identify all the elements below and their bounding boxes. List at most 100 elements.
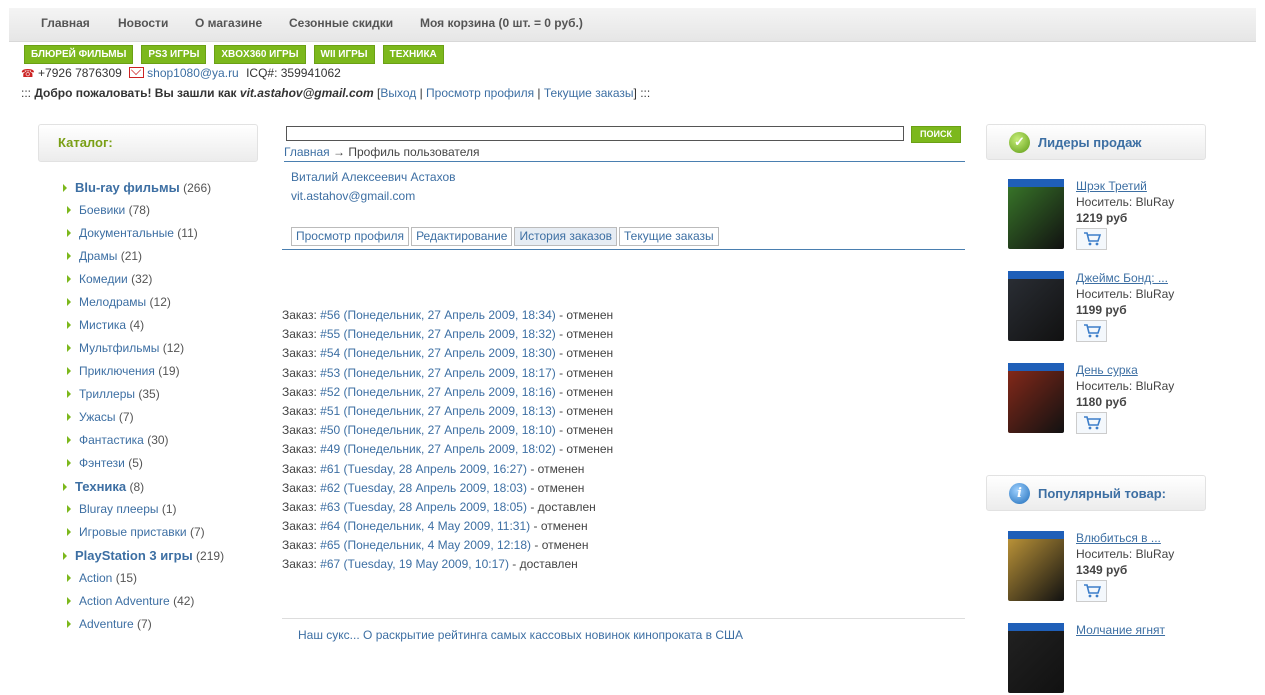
catalog-item[interactable]: Комедии (32): [67, 272, 152, 286]
order-link[interactable]: #65 (Понедельник, 4 May 2009, 12:18): [320, 538, 531, 552]
catalog-item[interactable]: Action Adventure (42): [67, 594, 194, 608]
arrow-right-icon: [67, 321, 71, 329]
catalog-item-label[interactable]: Action Adventure: [79, 594, 170, 608]
arrow-right-icon: [67, 574, 71, 582]
order-link[interactable]: #50 (Понедельник, 27 Апрель 2009, 18:10): [320, 423, 556, 437]
catalog-item[interactable]: Ужасы (7): [67, 410, 134, 424]
product-cover-image[interactable]: [1008, 623, 1064, 693]
product-cover-image[interactable]: [1008, 179, 1064, 249]
nav-home[interactable]: Главная: [41, 16, 90, 30]
catalog-item-label[interactable]: Ужасы: [79, 410, 116, 424]
catalog-item[interactable]: Blu-ray фильмы (266): [63, 180, 211, 195]
product-cover-image[interactable]: [1008, 363, 1064, 433]
category-bluray-button[interactable]: БЛЮРЕЙ ФИЛЬМЫ: [24, 45, 134, 64]
catalog-item[interactable]: Action (15): [67, 571, 137, 585]
order-link[interactable]: #49 (Понедельник, 27 Апрель 2009, 18:02): [320, 442, 556, 456]
catalog-item-label[interactable]: Мультфильмы: [79, 341, 159, 355]
catalog-item-label[interactable]: Action: [79, 571, 112, 585]
catalog-item[interactable]: Драмы (21): [67, 249, 142, 263]
catalog-item-label[interactable]: Мистика: [79, 318, 126, 332]
product-cover-image[interactable]: [1008, 531, 1064, 601]
catalog-item[interactable]: Документальные (11): [67, 226, 198, 240]
category-wii-button[interactable]: WII ИГРЫ: [313, 45, 375, 64]
catalog-item-label[interactable]: PlayStation 3 игры: [75, 548, 193, 563]
catalog-item[interactable]: Adventure (7): [67, 617, 152, 631]
current-orders-link[interactable]: Текущие заказы: [544, 86, 634, 100]
catalog-item-label[interactable]: Боевики: [79, 203, 125, 217]
catalog-item[interactable]: Триллеры (35): [67, 387, 160, 401]
product-cover-image[interactable]: [1008, 271, 1064, 341]
category-xbox360-button[interactable]: XBOX360 ИГРЫ: [214, 45, 306, 64]
catalog-item-label[interactable]: Adventure: [79, 617, 134, 631]
welcome-text: Добро пожаловать! Вы зашли как: [34, 86, 237, 100]
product-title-link[interactable]: Влюбиться в ...: [1076, 531, 1161, 545]
order-link[interactable]: #64 (Понедельник, 4 May 2009, 11:31): [320, 519, 530, 533]
news-link[interactable]: Наш сукс... О раскрытие рейтинга самых к…: [298, 628, 743, 642]
catalog-item-label[interactable]: Фантастика: [79, 433, 144, 447]
search-button[interactable]: ПОИСК: [911, 126, 961, 143]
catalog-item[interactable]: Фантастика (30): [67, 433, 169, 447]
catalog-item[interactable]: Bluray плееры (1): [67, 502, 177, 516]
product-media: Носитель: BluRay: [1076, 287, 1175, 301]
product-title-link[interactable]: Шрэк Третий: [1076, 179, 1147, 193]
order-link[interactable]: #61 (Tuesday, 28 Апрель 2009, 16:27): [320, 462, 527, 476]
catalog-item[interactable]: Техника (8): [63, 479, 144, 494]
arrow-right-icon: [67, 390, 71, 398]
tab-view-profile[interactable]: Просмотр профиля: [291, 227, 410, 246]
arrow-right-icon: [67, 206, 71, 214]
catalog-item-label[interactable]: Игровые приставки: [79, 525, 187, 539]
category-ps3-button[interactable]: PS3 ИГРЫ: [141, 45, 207, 64]
category-tech-button[interactable]: ТЕХНИКА: [382, 45, 444, 64]
catalog-item-label[interactable]: Документальные: [79, 226, 174, 240]
order-link[interactable]: #67 (Tuesday, 19 May 2009, 10:17): [320, 557, 509, 571]
order-link[interactable]: #51 (Понедельник, 27 Апрель 2009, 18:13): [320, 404, 556, 418]
order-link[interactable]: #54 (Понедельник, 27 Апрель 2009, 18:30): [320, 346, 556, 360]
search-input[interactable]: [286, 126, 904, 141]
catalog-item-label[interactable]: Драмы: [79, 249, 117, 263]
catalog-item[interactable]: Мелодрамы (12): [67, 295, 171, 309]
catalog-item[interactable]: Игровые приставки (7): [67, 525, 205, 539]
nav-seasonal-sales[interactable]: Сезонные скидки: [289, 16, 393, 30]
add-to-cart-button[interactable]: [1076, 228, 1107, 250]
add-to-cart-button[interactable]: [1076, 412, 1107, 434]
order-link[interactable]: #53 (Понедельник, 27 Апрель 2009, 18:17): [320, 366, 556, 380]
catalog-item-label[interactable]: Приключения: [79, 364, 155, 378]
nav-news[interactable]: Новости: [118, 16, 168, 30]
tab-current-orders[interactable]: Текущие заказы: [619, 227, 719, 246]
breadcrumb-separator: →: [333, 145, 346, 159]
add-to-cart-button[interactable]: [1076, 320, 1107, 342]
tab-edit[interactable]: Редактирование: [411, 227, 513, 246]
order-link[interactable]: #56 (Понедельник, 27 Апрель 2009, 18:34): [320, 308, 556, 322]
logout-link[interactable]: Выход: [380, 86, 416, 100]
product-title-link[interactable]: Джеймс Бонд: ...: [1076, 271, 1168, 285]
catalog-item[interactable]: Боевики (78): [67, 203, 150, 217]
catalog-item-label[interactable]: Техника: [75, 479, 126, 494]
catalog-item[interactable]: Мультфильмы (12): [67, 341, 184, 355]
add-to-cart-button[interactable]: [1076, 580, 1107, 602]
view-profile-link[interactable]: Просмотр профиля: [426, 86, 534, 100]
order-link[interactable]: #63 (Tuesday, 28 Апрель 2009, 18:05): [320, 500, 527, 514]
catalog-item[interactable]: Приключения (19): [67, 364, 180, 378]
nav-about[interactable]: О магазине: [195, 16, 262, 30]
tab-order-history[interactable]: История заказов: [514, 227, 617, 246]
catalog-item[interactable]: Мистика (4): [67, 318, 144, 332]
order-link[interactable]: #52 (Понедельник, 27 Апрель 2009, 18:16): [320, 385, 556, 399]
catalog-item-label[interactable]: Фэнтези: [79, 456, 125, 470]
catalog-item-label[interactable]: Триллеры: [79, 387, 135, 401]
product-title-link[interactable]: День сурка: [1076, 363, 1138, 377]
cart-icon: [1083, 584, 1101, 598]
order-link[interactable]: #62 (Tuesday, 28 Апрель 2009, 18:03): [320, 481, 527, 495]
product-price: 1219 руб: [1076, 211, 1128, 225]
nav-cart[interactable]: Моя корзина (0 шт. = 0 руб.): [420, 16, 583, 30]
catalog-item-label[interactable]: Bluray плееры: [79, 502, 159, 516]
profile-tabs: Просмотр профиля Редактирование История за…: [291, 227, 721, 246]
contact-email-link[interactable]: shop1080@ya.ru: [147, 66, 239, 80]
catalog-item-label[interactable]: Комедии: [79, 272, 128, 286]
catalog-item[interactable]: PlayStation 3 игры (219): [63, 548, 224, 563]
catalog-item-label[interactable]: Мелодрамы: [79, 295, 146, 309]
breadcrumb-home-link[interactable]: Главная: [284, 145, 330, 159]
catalog-item[interactable]: Фэнтези (5): [67, 456, 143, 470]
catalog-item-label[interactable]: Blu-ray фильмы: [75, 180, 180, 195]
order-link[interactable]: #55 (Понедельник, 27 Апрель 2009, 18:32): [320, 327, 556, 341]
order-row: Заказ: #65 (Понедельник, 4 May 2009, 12:…: [282, 538, 589, 553]
